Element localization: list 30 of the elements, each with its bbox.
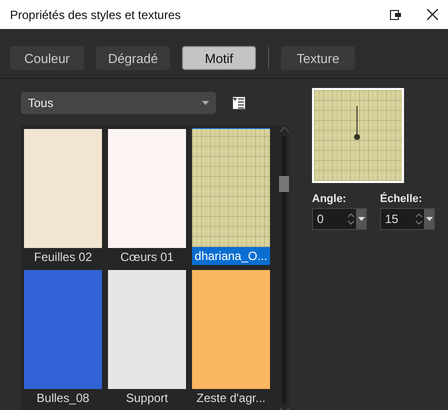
window-title: Propriétés des styles et textures [10,8,182,22]
dropdown-button[interactable] [424,209,434,229]
pattern-item[interactable]: Feuilles 02 [24,128,102,265]
pattern-item[interactable]: Zeste d'agr... [192,269,270,406]
scale-spinbox[interactable]: 15 [380,208,435,230]
angle-spinbox[interactable]: 0 [312,208,367,230]
pattern-item[interactable]: Cœurs 01 [108,128,186,265]
scroll-up-icon[interactable] [280,127,288,132]
tab[interactable]: Couleur [10,46,84,70]
caret-icon [202,101,209,105]
pattern-item[interactable]: Bulles_08 [24,269,102,406]
close-icon[interactable] [427,9,438,20]
spin-arrows-icon[interactable] [414,212,424,226]
spin-arrows-icon[interactable] [346,212,356,226]
caret-icon [426,217,432,221]
pattern-item[interactable]: dhariana_O... [192,128,270,265]
scroll-thumb[interactable] [279,176,289,192]
angle-label: Angle: [312,193,348,205]
pattern-item[interactable]: Support [108,269,186,406]
scale-label: Échelle: [380,193,424,205]
dropdown-button[interactable] [356,209,366,229]
category-dropdown[interactable]: Tous [21,92,216,114]
tab[interactable]: Dégradé [96,46,170,70]
caret-icon [358,217,364,221]
angle-handle-icon[interactable] [353,106,361,142]
scrollbar[interactable] [279,125,289,410]
list-view-icon[interactable] [232,96,246,110]
tab[interactable]: Motif [182,46,256,70]
tab[interactable]: Texture [281,46,355,70]
dock-icon[interactable] [390,10,401,20]
